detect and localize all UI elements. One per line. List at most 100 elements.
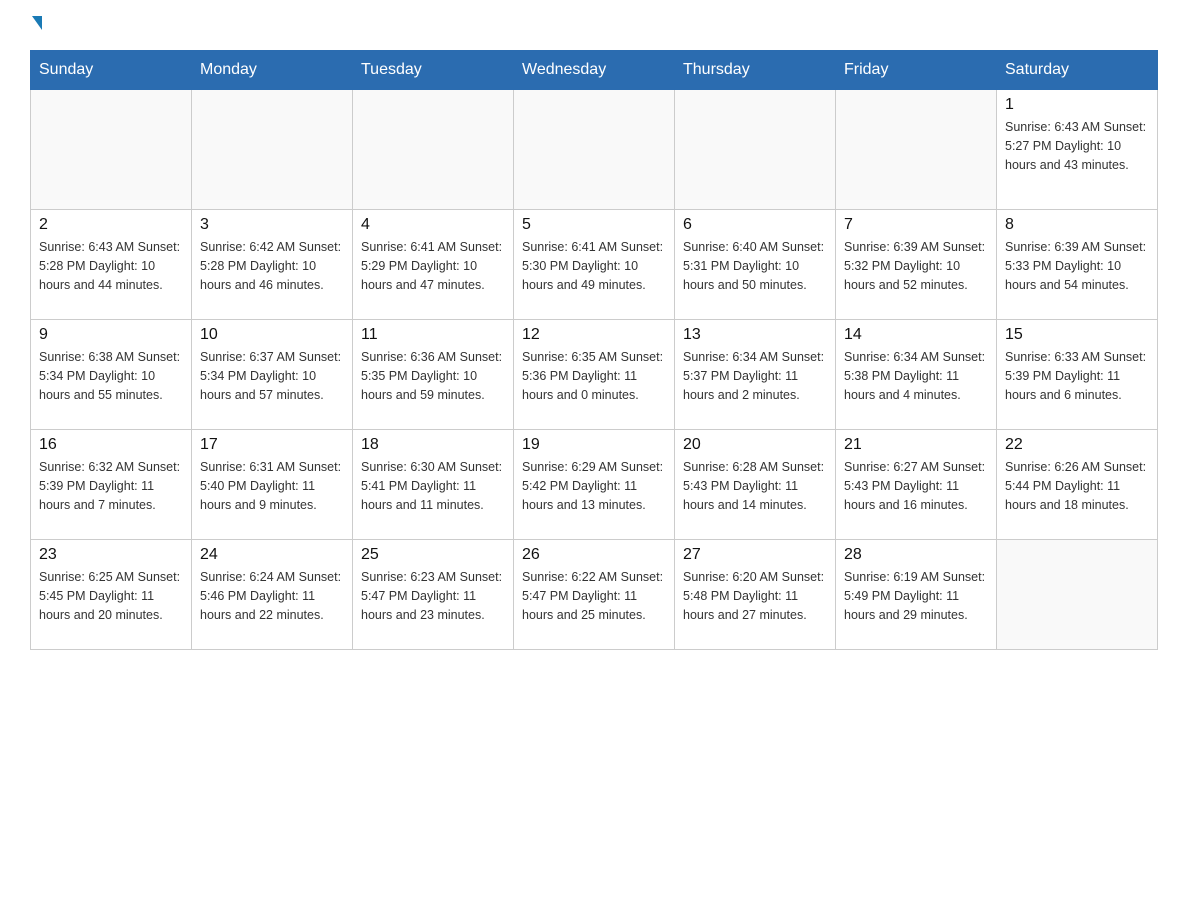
day-info: Sunrise: 6:37 AM Sunset: 5:34 PM Dayligh… (200, 348, 344, 404)
day-info: Sunrise: 6:33 AM Sunset: 5:39 PM Dayligh… (1005, 348, 1149, 404)
day-info: Sunrise: 6:23 AM Sunset: 5:47 PM Dayligh… (361, 568, 505, 624)
day-number: 14 (844, 326, 988, 344)
calendar-cell: 22 Sunrise: 6:26 AM Sunset: 5:44 PM Dayli… (997, 430, 1158, 540)
calendar-cell (675, 90, 836, 210)
calendar-cell: 23 Sunrise: 6:25 AM Sunset: 5:45 PM Dayli… (31, 540, 192, 650)
day-info: Sunrise: 6:35 AM Sunset: 5:36 PM Dayligh… (522, 348, 666, 404)
calendar-cell: 8 Sunrise: 6:39 AM Sunset: 5:33 PM Daylig… (997, 210, 1158, 320)
calendar-cell: 10 Sunrise: 6:37 AM Sunset: 5:34 PM Dayli… (192, 320, 353, 430)
day-number: 23 (39, 546, 183, 564)
calendar-cell: 2 Sunrise: 6:43 AM Sunset: 5:28 PM Daylig… (31, 210, 192, 320)
calendar-cell: 25 Sunrise: 6:23 AM Sunset: 5:47 PM Dayli… (353, 540, 514, 650)
week-row-3: 9 Sunrise: 6:38 AM Sunset: 5:34 PM Daylig… (31, 320, 1158, 430)
week-row-1: 1 Sunrise: 6:43 AM Sunset: 5:27 PM Daylig… (31, 90, 1158, 210)
day-number: 27 (683, 546, 827, 564)
calendar-cell: 17Sunrise: 6:31 AM Sunset: 5:40 PM Dayli… (192, 430, 353, 540)
day-info: Sunrise: 6:30 AM Sunset: 5:41 PM Dayligh… (361, 458, 505, 514)
day-number: 1 (1005, 96, 1149, 114)
calendar-cell (997, 540, 1158, 650)
calendar-table: SundayMondayTuesdayWednesdayThursdayFrid… (30, 50, 1158, 650)
day-number: 17 (200, 436, 344, 454)
day-number: 21 (844, 436, 988, 454)
week-row-5: 23 Sunrise: 6:25 AM Sunset: 5:45 PM Dayli… (31, 540, 1158, 650)
calendar-cell: 5 Sunrise: 6:41 AM Sunset: 5:30 PM Daylig… (514, 210, 675, 320)
calendar-cell: 9 Sunrise: 6:38 AM Sunset: 5:34 PM Daylig… (31, 320, 192, 430)
calendar-cell (31, 90, 192, 210)
day-header-saturday: Saturday (997, 51, 1158, 90)
day-info: Sunrise: 6:28 AM Sunset: 5:43 PM Dayligh… (683, 458, 827, 514)
day-number: 26 (522, 546, 666, 564)
day-number: 7 (844, 216, 988, 234)
day-info: Sunrise: 6:34 AM Sunset: 5:37 PM Dayligh… (683, 348, 827, 404)
week-row-2: 2 Sunrise: 6:43 AM Sunset: 5:28 PM Daylig… (31, 210, 1158, 320)
calendar-cell: 19 Sunrise: 6:29 AM Sunset: 5:42 PM Dayli… (514, 430, 675, 540)
day-info: Sunrise: 6:22 AM Sunset: 5:47 PM Dayligh… (522, 568, 666, 624)
calendar-cell: 12 Sunrise: 6:35 AM Sunset: 5:36 PM Dayli… (514, 320, 675, 430)
calendar-cell: 7 Sunrise: 6:39 AM Sunset: 5:32 PM Daylig… (836, 210, 997, 320)
day-info: Sunrise: 6:27 AM Sunset: 5:43 PM Dayligh… (844, 458, 988, 514)
day-info: Sunrise: 6:43 AM Sunset: 5:28 PM Dayligh… (39, 238, 183, 294)
calendar-cell: 14 Sunrise: 6:34 AM Sunset: 5:38 PM Dayli… (836, 320, 997, 430)
day-info: Sunrise: 6:26 AM Sunset: 5:44 PM Dayligh… (1005, 458, 1149, 514)
day-number: 9 (39, 326, 183, 344)
page-header (30, 20, 1158, 30)
day-info: Sunrise: 6:24 AM Sunset: 5:46 PM Dayligh… (200, 568, 344, 624)
day-info: Sunrise: 6:43 AM Sunset: 5:27 PM Dayligh… (1005, 118, 1149, 174)
calendar-cell: 21 Sunrise: 6:27 AM Sunset: 5:43 PM Dayli… (836, 430, 997, 540)
day-number: 5 (522, 216, 666, 234)
day-number: 24 (200, 546, 344, 564)
calendar-cell: 27 Sunrise: 6:20 AM Sunset: 5:48 PM Dayli… (675, 540, 836, 650)
day-number: 4 (361, 216, 505, 234)
day-header-thursday: Thursday (675, 51, 836, 90)
day-info: Sunrise: 6:38 AM Sunset: 5:34 PM Dayligh… (39, 348, 183, 404)
day-number: 19 (522, 436, 666, 454)
day-info: Sunrise: 6:29 AM Sunset: 5:42 PM Dayligh… (522, 458, 666, 514)
day-info: Sunrise: 6:42 AM Sunset: 5:28 PM Dayligh… (200, 238, 344, 294)
calendar-cell: 28Sunrise: 6:19 AM Sunset: 5:49 PM Dayli… (836, 540, 997, 650)
day-info: Sunrise: 6:25 AM Sunset: 5:45 PM Dayligh… (39, 568, 183, 624)
calendar-header: SundayMondayTuesdayWednesdayThursdayFrid… (31, 51, 1158, 90)
day-info: Sunrise: 6:39 AM Sunset: 5:32 PM Dayligh… (844, 238, 988, 294)
calendar-cell (192, 90, 353, 210)
day-info: Sunrise: 6:20 AM Sunset: 5:48 PM Dayligh… (683, 568, 827, 624)
day-number: 25 (361, 546, 505, 564)
calendar-cell (514, 90, 675, 210)
logo-arrow-icon (32, 16, 42, 30)
calendar-cell: 11 Sunrise: 6:36 AM Sunset: 5:35 PM Dayli… (353, 320, 514, 430)
calendar-cell: 26 Sunrise: 6:22 AM Sunset: 5:47 PM Dayli… (514, 540, 675, 650)
day-info: Sunrise: 6:34 AM Sunset: 5:38 PM Dayligh… (844, 348, 988, 404)
calendar-cell: 16 Sunrise: 6:32 AM Sunset: 5:39 PM Dayli… (31, 430, 192, 540)
day-number: 11 (361, 326, 505, 344)
day-number: 10 (200, 326, 344, 344)
calendar-cell (353, 90, 514, 210)
logo (30, 20, 42, 30)
day-number: 18 (361, 436, 505, 454)
week-row-4: 16 Sunrise: 6:32 AM Sunset: 5:39 PM Dayli… (31, 430, 1158, 540)
day-info: Sunrise: 6:41 AM Sunset: 5:29 PM Dayligh… (361, 238, 505, 294)
day-number: 12 (522, 326, 666, 344)
day-number: 8 (1005, 216, 1149, 234)
day-number: 6 (683, 216, 827, 234)
calendar-cell: 4 Sunrise: 6:41 AM Sunset: 5:29 PM Daylig… (353, 210, 514, 320)
calendar-cell: 15 Sunrise: 6:33 AM Sunset: 5:39 PM Dayli… (997, 320, 1158, 430)
day-info: Sunrise: 6:19 AM Sunset: 5:49 PM Dayligh… (844, 568, 988, 624)
calendar-cell: 1 Sunrise: 6:43 AM Sunset: 5:27 PM Daylig… (997, 90, 1158, 210)
day-header-monday: Monday (192, 51, 353, 90)
calendar-cell: 6 Sunrise: 6:40 AM Sunset: 5:31 PM Daylig… (675, 210, 836, 320)
day-info: Sunrise: 6:41 AM Sunset: 5:30 PM Dayligh… (522, 238, 666, 294)
day-number: 13 (683, 326, 827, 344)
day-info: Sunrise: 6:32 AM Sunset: 5:39 PM Dayligh… (39, 458, 183, 514)
day-info: Sunrise: 6:39 AM Sunset: 5:33 PM Dayligh… (1005, 238, 1149, 294)
day-header-sunday: Sunday (31, 51, 192, 90)
day-info: Sunrise: 6:36 AM Sunset: 5:35 PM Dayligh… (361, 348, 505, 404)
day-number: 2 (39, 216, 183, 234)
day-number: 22 (1005, 436, 1149, 454)
day-number: 15 (1005, 326, 1149, 344)
day-number: 20 (683, 436, 827, 454)
calendar-cell: 3Sunrise: 6:42 AM Sunset: 5:28 PM Daylig… (192, 210, 353, 320)
day-number: 16 (39, 436, 183, 454)
day-info: Sunrise: 6:40 AM Sunset: 5:31 PM Dayligh… (683, 238, 827, 294)
calendar-cell: 18 Sunrise: 6:30 AM Sunset: 5:41 PM Dayli… (353, 430, 514, 540)
calendar-cell: 20 Sunrise: 6:28 AM Sunset: 5:43 PM Dayli… (675, 430, 836, 540)
days-of-week-row: SundayMondayTuesdayWednesdayThursdayFrid… (31, 51, 1158, 90)
